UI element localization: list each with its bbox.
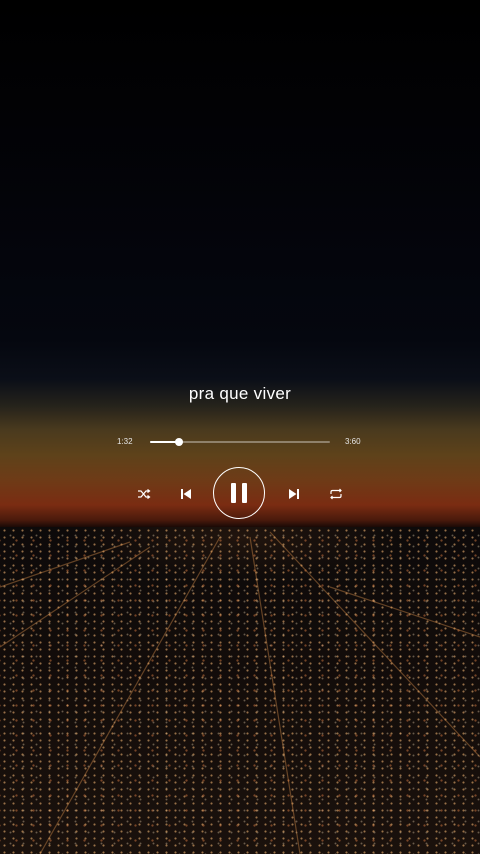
previous-button[interactable] [178, 486, 194, 502]
repeat-button[interactable] [327, 486, 345, 502]
current-time: 1:32 [117, 437, 133, 446]
shuffle-icon [138, 489, 151, 499]
pause-icon [231, 483, 247, 503]
skip-next-icon [289, 489, 299, 499]
city-lights-background [0, 527, 480, 854]
total-time: 3:60 [345, 437, 361, 446]
shuffle-button[interactable] [135, 486, 153, 502]
skip-previous-icon [181, 489, 191, 499]
city-streets [0, 531, 480, 854]
progress-knob[interactable] [174, 438, 183, 446]
next-button[interactable] [286, 486, 302, 502]
repeat-icon [330, 488, 342, 500]
progress-slider[interactable] [150, 438, 330, 446]
pause-button[interactable] [213, 467, 265, 519]
song-title: pra que viver [188, 384, 292, 403]
sunset-sky-background [0, 0, 480, 527]
